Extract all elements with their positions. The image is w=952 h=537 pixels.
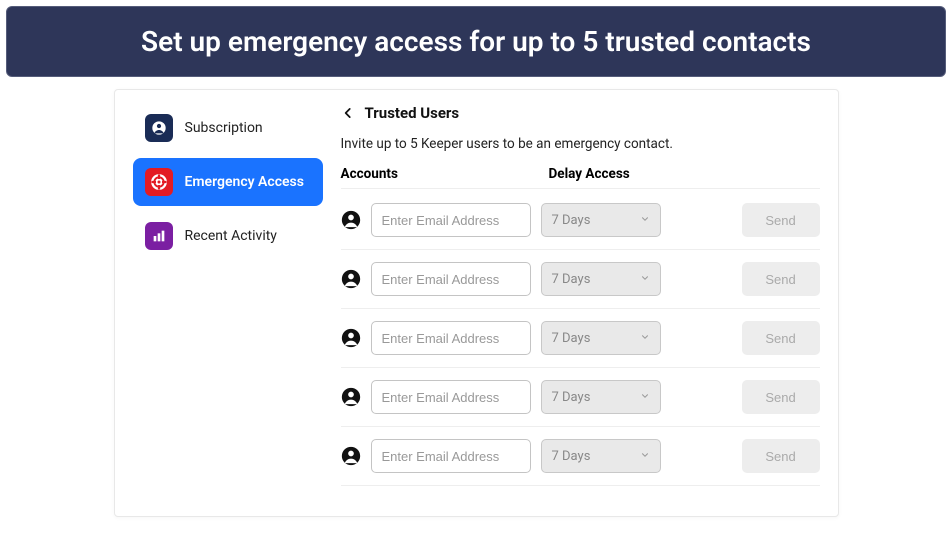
delay-select[interactable]: 7 Days xyxy=(541,380,661,414)
chevron-down-icon xyxy=(640,272,650,287)
email-input[interactable] xyxy=(371,380,531,414)
sidebar-item-label: Recent Activity xyxy=(185,228,277,244)
delay-select[interactable]: 7 Days xyxy=(541,321,661,355)
contact-row: 7 Days Send xyxy=(341,309,820,368)
sidebar-item-recent-activity[interactable]: Recent Activity xyxy=(133,212,323,260)
sidebar-item-emergency-access[interactable]: Emergency Access xyxy=(133,158,323,206)
delay-select[interactable]: 7 Days xyxy=(541,203,661,237)
send-button[interactable]: Send xyxy=(742,203,820,237)
delay-select[interactable]: 7 Days xyxy=(541,439,661,473)
delay-select[interactable]: 7 Days xyxy=(541,262,661,296)
contact-row: 7 Days Send xyxy=(341,368,820,427)
column-headers: Accounts Delay Access xyxy=(341,166,820,189)
person-icon xyxy=(341,387,361,407)
delay-value: 7 Days xyxy=(552,272,591,287)
chevron-down-icon xyxy=(640,390,650,405)
send-button[interactable]: Send xyxy=(742,380,820,414)
page-subtitle: Invite up to 5 Keeper users to be an eme… xyxy=(341,136,820,152)
person-icon xyxy=(341,328,361,348)
banner-title: Set up emergency access for up to 5 trus… xyxy=(6,6,946,77)
contact-row: 7 Days Send xyxy=(341,250,820,309)
send-button[interactable]: Send xyxy=(742,262,820,296)
chevron-down-icon xyxy=(640,213,650,228)
sidebar-item-label: Emergency Access xyxy=(185,174,304,190)
subscription-icon xyxy=(145,114,173,142)
bar-chart-icon xyxy=(145,222,173,250)
chevron-down-icon xyxy=(640,449,650,464)
delay-value: 7 Days xyxy=(552,449,591,464)
col-delay-header: Delay Access xyxy=(549,166,630,182)
sidebar: Subscription Emergency Access Recent Act… xyxy=(133,104,333,486)
settings-panel: Subscription Emergency Access Recent Act… xyxy=(114,89,839,517)
delay-value: 7 Days xyxy=(552,390,591,405)
person-icon xyxy=(341,269,361,289)
life-ring-icon xyxy=(145,168,173,196)
col-accounts-header: Accounts xyxy=(341,166,549,182)
contact-row: 7 Days Send xyxy=(341,427,820,486)
contact-row: 7 Days Send xyxy=(341,191,820,250)
delay-value: 7 Days xyxy=(552,213,591,228)
back-chevron-icon[interactable] xyxy=(341,106,355,120)
sidebar-item-label: Subscription xyxy=(185,120,263,136)
email-input[interactable] xyxy=(371,439,531,473)
chevron-down-icon xyxy=(640,331,650,346)
main-content: Trusted Users Invite up to 5 Keeper user… xyxy=(333,104,820,486)
email-input[interactable] xyxy=(371,203,531,237)
delay-value: 7 Days xyxy=(552,331,591,346)
person-icon xyxy=(341,210,361,230)
page-title: Trusted Users xyxy=(365,104,460,122)
send-button[interactable]: Send xyxy=(742,439,820,473)
email-input[interactable] xyxy=(371,262,531,296)
sidebar-item-subscription[interactable]: Subscription xyxy=(133,104,323,152)
person-icon xyxy=(341,446,361,466)
send-button[interactable]: Send xyxy=(742,321,820,355)
email-input[interactable] xyxy=(371,321,531,355)
